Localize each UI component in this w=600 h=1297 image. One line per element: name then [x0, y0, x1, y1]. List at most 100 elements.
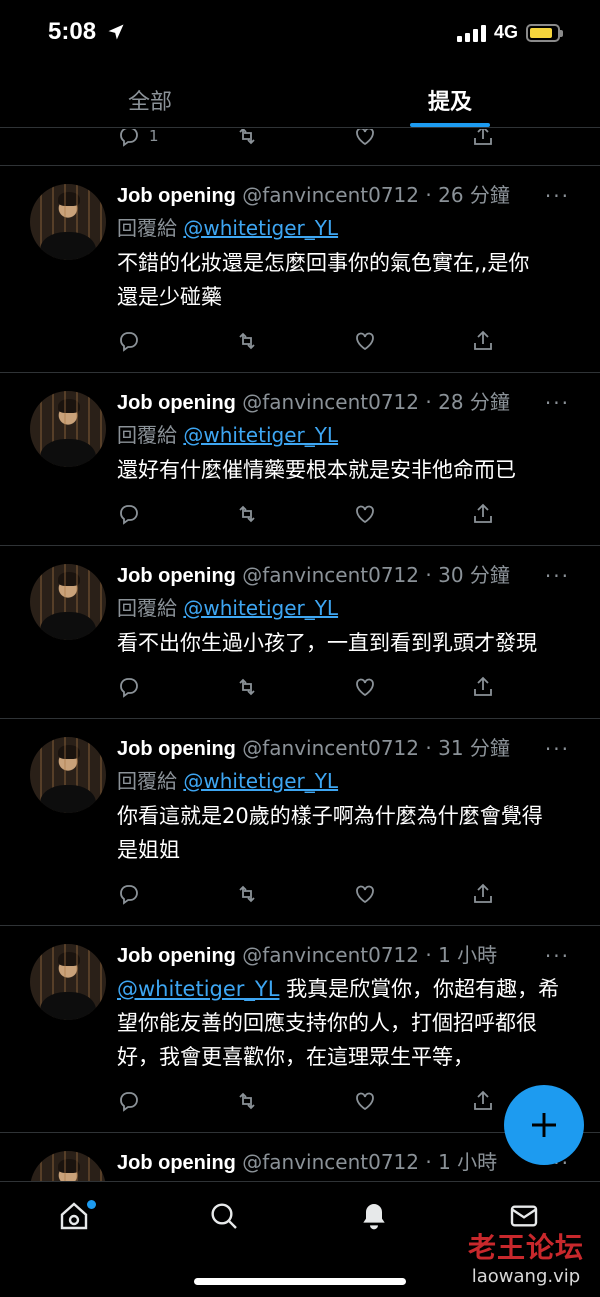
home-indicator [194, 1278, 406, 1285]
share-icon [474, 330, 492, 350]
retweet-button[interactable] [235, 329, 353, 353]
heart-icon [356, 332, 374, 351]
tweet-text: 還好有什麼催情藥要根本就是安非他命而已 [117, 453, 560, 487]
share-button[interactable] [471, 1089, 511, 1113]
compose-button[interactable] [504, 1085, 584, 1165]
more-options-button[interactable]: ··· [545, 564, 570, 588]
heart-icon [356, 129, 374, 146]
partial-tweet: 1 [0, 129, 600, 166]
reply-button[interactable]: 1 [117, 129, 235, 148]
mention-link[interactable]: @whitetiger_YL [183, 596, 338, 620]
user-handle: @fanvincent0712 [242, 563, 420, 587]
like-button[interactable] [353, 1089, 471, 1113]
display-name[interactable]: Job opening [117, 945, 236, 967]
avatar[interactable] [30, 564, 106, 640]
tweet-text-line: 是姐姐 [117, 838, 180, 862]
avatar[interactable] [30, 944, 106, 1020]
tweet-text-line: 你看這就是20歲的樣子啊為什麼為什麼會覺得 [117, 804, 543, 828]
nav-search[interactable] [208, 1200, 248, 1240]
share-button[interactable] [471, 675, 511, 699]
reply-context: 回覆給 @whitetiger_YL [117, 596, 339, 620]
retweet-icon [239, 678, 255, 696]
tweet[interactable]: ··· Job opening @fanvincent0712 · 28 分鐘 回覆… [0, 373, 600, 546]
share-icon [474, 129, 492, 145]
tab-all[interactable]: 全部 [0, 66, 300, 127]
display-name[interactable]: Job opening [117, 738, 236, 760]
tweet-header: Job opening @fanvincent0712 · 28 分鐘 [117, 387, 560, 418]
share-button[interactable] [471, 129, 511, 148]
tweet-header: Job opening @fanvincent0712 · 31 分鐘 [117, 733, 560, 764]
tweet-header: Job opening @fanvincent0712 · 1 小時 [117, 1147, 560, 1178]
mention-link[interactable]: @whitetiger_YL [183, 216, 338, 240]
heart-icon [356, 678, 374, 697]
user-handle: @fanvincent0712 [242, 736, 420, 760]
reply-icon [120, 505, 138, 525]
mention-link[interactable]: @whitetiger_YL [117, 977, 279, 1001]
reply-icon [120, 1092, 138, 1112]
like-button[interactable] [353, 675, 471, 699]
reply-button[interactable] [117, 502, 235, 526]
more-options-button[interactable]: ··· [545, 184, 570, 208]
tweet[interactable]: ··· Job opening @fanvincent0712 · 30 分鐘 回覆… [0, 546, 600, 719]
heart-icon [356, 505, 374, 524]
retweet-icon [239, 129, 255, 145]
retweet-button[interactable] [235, 882, 353, 906]
more-options-button[interactable]: ··· [545, 737, 570, 761]
retweet-button[interactable] [235, 1089, 353, 1113]
retweet-icon [239, 332, 255, 350]
tweet-header: Job opening @fanvincent0712 · 30 分鐘 [117, 560, 560, 591]
tweet-text-line: 好，我會更喜歡你，在這理眾生平等， [117, 1045, 474, 1069]
tweet-actions [117, 499, 560, 529]
share-icon [474, 676, 492, 696]
share-button[interactable] [471, 329, 511, 353]
avatar[interactable] [30, 1151, 106, 1181]
notifications-feed[interactable]: 1 ··· Job opening @fanvincent0712 · 26 分鐘… [0, 129, 600, 1181]
clock: 5:08 [48, 18, 97, 45]
plus-icon [532, 1113, 556, 1137]
user-handle: @fanvincent0712 [242, 943, 420, 967]
reply-icon [120, 129, 138, 147]
user-handle: @fanvincent0712 [242, 183, 420, 207]
like-button[interactable] [353, 129, 471, 148]
reply-button[interactable] [117, 675, 235, 699]
tweet-header: Job opening @fanvincent0712 · 26 分鐘 [117, 180, 560, 211]
reply-button[interactable] [117, 1089, 235, 1113]
share-icon [474, 883, 492, 903]
mention-link[interactable]: @whitetiger_YL [183, 769, 338, 793]
nav-home[interactable] [58, 1200, 98, 1240]
tweet[interactable]: ··· Job opening @fanvincent0712 · 26 分鐘 回覆… [0, 166, 600, 373]
tweet-text: @whitetiger_YL 我真是欣賞你，你超有趣，希 望你能友善的回應支持你的… [117, 972, 560, 1074]
display-name[interactable]: Job opening [117, 565, 236, 587]
retweet-button[interactable] [235, 675, 353, 699]
retweet-button[interactable] [235, 502, 353, 526]
heart-icon [356, 885, 374, 904]
tweet-text: 不錯的化妝還是怎麼回事你的氣色實在,,是你 還是少碰藥 [117, 246, 560, 314]
tab-mentions[interactable]: 提及 [300, 66, 600, 127]
display-name[interactable]: Job opening [117, 185, 236, 207]
mention-link[interactable]: @whitetiger_YL [183, 423, 338, 447]
avatar[interactable] [30, 737, 106, 813]
network-type: 4G [493, 22, 518, 42]
more-options-button[interactable]: ··· [545, 944, 570, 968]
avatar[interactable] [30, 391, 106, 467]
reply-button[interactable] [117, 329, 235, 353]
nav-notifications[interactable] [358, 1200, 398, 1240]
avatar[interactable] [30, 184, 106, 260]
tweet[interactable]: ··· Job opening @fanvincent0712 · 31 分鐘 回覆… [0, 719, 600, 926]
active-tab-indicator [410, 123, 490, 127]
display-name[interactable]: Job opening [117, 1152, 236, 1174]
share-button[interactable] [471, 502, 511, 526]
like-button[interactable] [353, 502, 471, 526]
timestamp: · 30 分鐘 [425, 563, 510, 587]
retweet-button[interactable] [235, 129, 353, 148]
display-name[interactable]: Job opening [117, 392, 236, 414]
like-button[interactable] [353, 882, 471, 906]
share-button[interactable] [471, 882, 511, 906]
more-options-button[interactable]: ··· [545, 391, 570, 415]
like-button[interactable] [353, 329, 471, 353]
tweet-text-line: 不錯的化妝還是怎麼回事你的氣色實在,,是你 [117, 251, 530, 275]
reply-button[interactable] [117, 882, 235, 906]
timestamp: · 26 分鐘 [425, 183, 510, 207]
heart-icon [356, 1092, 374, 1111]
status-bar: 5:08 4G [0, 0, 600, 66]
